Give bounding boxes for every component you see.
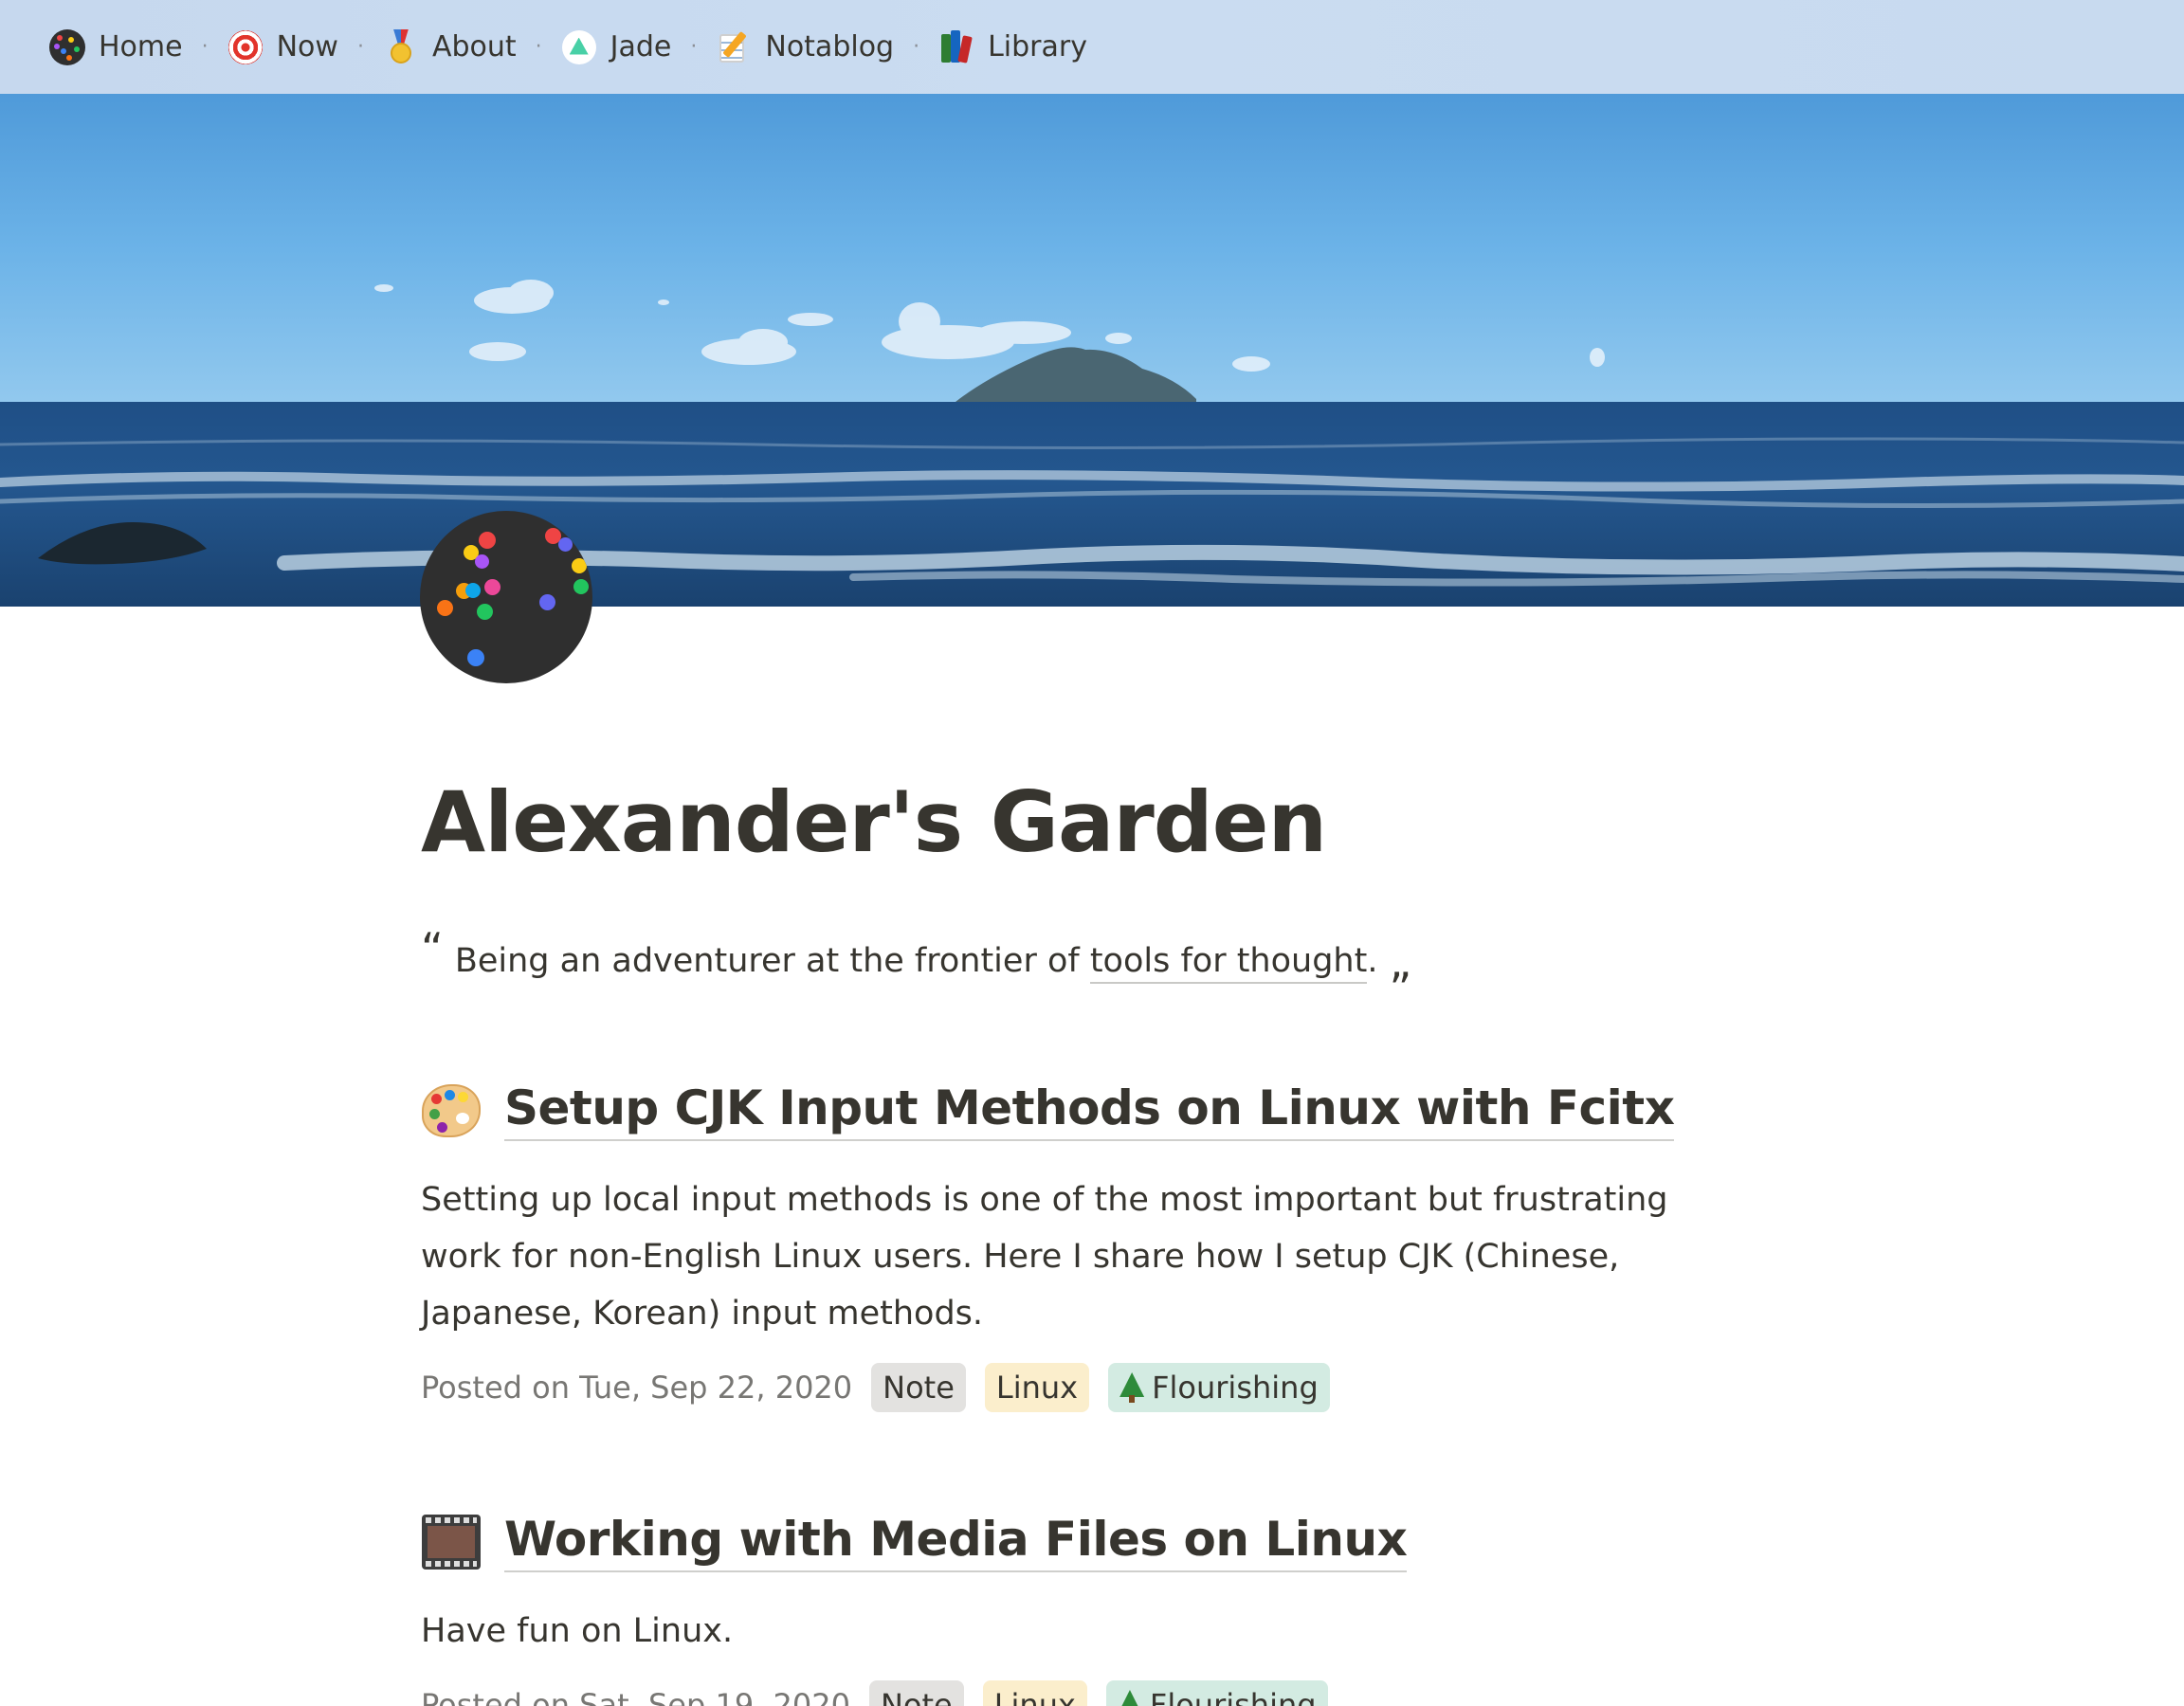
tag-flourishing: Flourishing xyxy=(1108,1363,1330,1412)
cover-image xyxy=(0,94,2184,607)
nav-separator: · xyxy=(690,34,698,59)
post-title-link[interactable]: Setup CJK Input Methods on Linux with Fc… xyxy=(504,1080,1675,1141)
nav-label-now: Now xyxy=(276,30,338,64)
tools-for-thought-link[interactable]: tools for thought xyxy=(1089,942,1368,984)
evergreen-tree-icon xyxy=(1118,1690,1142,1706)
nav-label-home: Home xyxy=(99,30,183,64)
post-header: Setup CJK Input Methods on Linux with Fc… xyxy=(421,1080,1767,1141)
nav-separator: · xyxy=(535,34,542,59)
nav-item-jade[interactable]: Jade xyxy=(561,19,672,76)
page-avatar-icon xyxy=(420,511,592,683)
quote-line: Being an adventurer at the frontier of t… xyxy=(454,942,1378,984)
memo-icon xyxy=(716,29,752,65)
post-meta: Posted on Sat, Sep 19, 2020 Note Linux F… xyxy=(421,1680,1767,1706)
nav-label-jade: Jade xyxy=(610,30,672,64)
post-date: Posted on Sat, Sep 19, 2020 xyxy=(421,1687,850,1706)
nav-label-library: Library xyxy=(988,30,1087,64)
post-title-link[interactable]: Working with Media Files on Linux xyxy=(504,1512,1408,1572)
books-icon xyxy=(938,29,974,65)
post-date: Posted on Tue, Sep 22, 2020 xyxy=(421,1370,853,1406)
post-item: Setup CJK Input Methods on Linux with Fc… xyxy=(421,1080,1767,1412)
quote-close-mark: „ xyxy=(1389,936,1412,988)
quote-open-mark: “ xyxy=(421,923,444,974)
tag-flourishing-label: Flourishing xyxy=(1152,1370,1319,1406)
post-description: Setting up local input methods is one of… xyxy=(421,1181,1668,1333)
palette-icon xyxy=(421,1080,482,1141)
target-icon xyxy=(228,29,264,65)
tag-linux: Linux xyxy=(984,1363,1090,1412)
film-frames-icon xyxy=(421,1512,482,1572)
tag-note: Note xyxy=(868,1680,964,1706)
top-navigation: Home · Now · About · Jade · Notablog · L… xyxy=(0,0,2184,94)
tag-linux: Linux xyxy=(982,1680,1087,1706)
jade-icon xyxy=(561,29,597,65)
tag-flourishing-label: Flourishing xyxy=(1149,1687,1317,1706)
evergreen-tree-icon xyxy=(1119,1372,1144,1403)
post-meta: Posted on Tue, Sep 22, 2020 Note Linux F… xyxy=(421,1363,1767,1412)
page-quote: “ Being an adventurer at the frontier of… xyxy=(421,927,1767,984)
nav-separator: · xyxy=(356,34,364,59)
page-content: Alexander's Garden “ Being an adventurer… xyxy=(421,773,1767,1706)
site-logo-icon xyxy=(49,28,85,65)
nav-item-notablog[interactable]: Notablog xyxy=(716,19,894,76)
quote-text: Being an adventurer at the frontier of xyxy=(454,942,1090,980)
medal-icon xyxy=(383,28,419,65)
nav-item-about[interactable]: About xyxy=(383,19,517,76)
nav-label-notablog: Notablog xyxy=(765,30,895,64)
post-item: Working with Media Files on Linux Have f… xyxy=(421,1512,1767,1706)
nav-separator: · xyxy=(201,34,209,59)
nav-separator: · xyxy=(913,34,920,59)
nav-label-about: About xyxy=(431,30,517,64)
nav-item-now[interactable]: Now xyxy=(228,19,338,76)
nav-item-library[interactable]: Library xyxy=(938,19,1087,76)
tag-note: Note xyxy=(871,1363,966,1412)
nav-item-home[interactable]: Home xyxy=(49,19,183,76)
page-title: Alexander's Garden xyxy=(421,773,1327,871)
post-description: Have fun on Linux. xyxy=(421,1612,734,1650)
post-header: Working with Media Files on Linux xyxy=(421,1512,1767,1572)
quote-end: . xyxy=(1367,942,1378,980)
tag-flourishing: Flourishing xyxy=(1105,1680,1328,1706)
